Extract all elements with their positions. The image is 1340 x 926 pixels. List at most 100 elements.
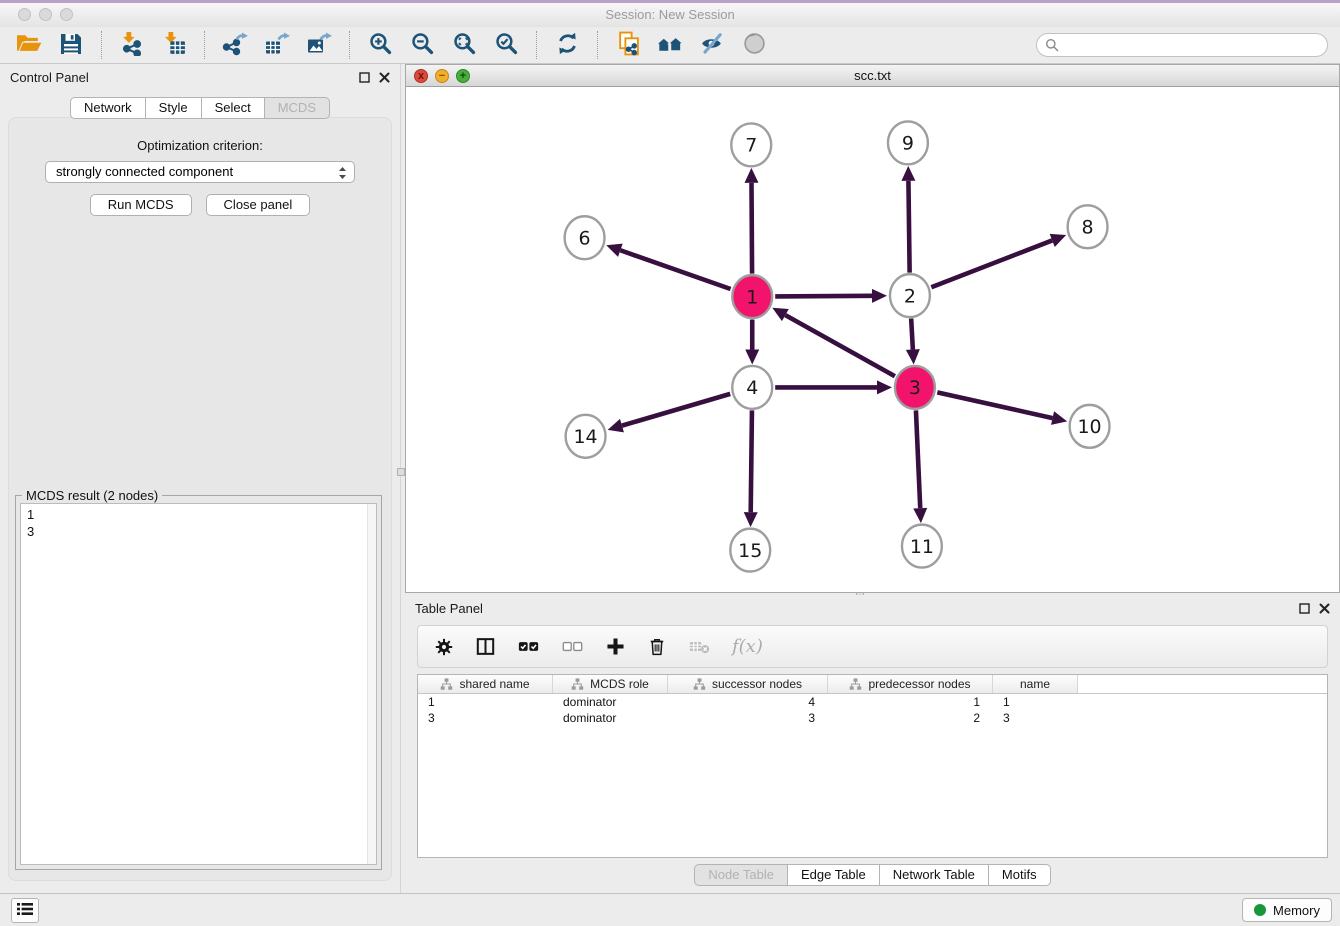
edge-4-14[interactable] [608, 394, 731, 432]
svg-text:1: 1 [746, 286, 758, 308]
edge-3-1[interactable] [772, 308, 895, 376]
toolbar-import-network-button[interactable] [113, 29, 151, 61]
run-mcds-button[interactable]: Run MCDS [90, 194, 192, 216]
table-toolbar-select-all-button[interactable] [517, 636, 540, 657]
search-input[interactable] [1036, 33, 1328, 57]
table-toolbar-column-layout-button[interactable] [475, 636, 496, 657]
column-header-mcds-role[interactable]: MCDS role [553, 675, 668, 693]
task-history-button[interactable] [11, 898, 39, 923]
table-toolbar-table-settings-button[interactable] [434, 637, 454, 657]
mcds-result-text[interactable]: 1 3 [20, 503, 377, 865]
edge-1-4[interactable] [745, 320, 759, 365]
table-tab-motifs[interactable]: Motifs [989, 864, 1051, 886]
node-2[interactable]: 2 [890, 274, 930, 317]
tab-mcds[interactable]: MCDS [265, 97, 330, 119]
edge-1-7[interactable] [745, 168, 759, 274]
toolbar-export-image-button[interactable] [300, 29, 338, 61]
table-toolbar-delete-entry-button[interactable] [647, 636, 667, 657]
toolbar-duplicate-network-button[interactable] [609, 29, 647, 61]
table-row[interactable]: 3dominator323 [418, 710, 1327, 726]
memory-button[interactable]: Memory [1242, 898, 1332, 922]
tab-style[interactable]: Style [146, 97, 202, 119]
tab-network[interactable]: Network [70, 97, 146, 119]
node-9[interactable]: 9 [888, 121, 928, 164]
table-row[interactable]: 1dominator411 [418, 694, 1327, 710]
toolbar-zoom-in-button[interactable] [361, 29, 399, 61]
table-cell-filler [1078, 694, 1327, 710]
arrowhead-icon [744, 512, 758, 527]
toolbar-refresh-layout-button[interactable] [548, 29, 586, 61]
node-15[interactable]: 15 [730, 529, 770, 572]
toolbar-home-pages-button[interactable] [651, 29, 689, 61]
node-8[interactable]: 8 [1068, 205, 1108, 248]
node-6[interactable]: 6 [565, 216, 605, 259]
criterion-select[interactable]: strongly connected component [45, 161, 355, 183]
result-scrollbar[interactable] [367, 504, 376, 864]
column-header-successor-nodes[interactable]: successor nodes [668, 675, 828, 693]
tab-select[interactable]: Select [202, 97, 265, 119]
table-cell[interactable]: 3 [993, 710, 1078, 726]
network-view-window: scc.txt 1234678910111415 [405, 64, 1340, 593]
close-network-button[interactable] [414, 69, 428, 83]
float-table-panel-icon[interactable] [1299, 603, 1310, 614]
close-panel-button[interactable]: Close panel [206, 194, 311, 216]
node-3[interactable]: 3 [895, 366, 935, 409]
node-14[interactable]: 14 [566, 415, 606, 458]
table-cell[interactable]: dominator [553, 710, 668, 726]
edge-3-11[interactable] [913, 410, 927, 523]
table-cell[interactable]: 1 [993, 694, 1078, 710]
table-cell[interactable]: 4 [668, 694, 828, 710]
column-header-shared-name[interactable]: shared name [418, 675, 553, 693]
column-header-predecessor-nodes[interactable]: predecessor nodes [828, 675, 993, 693]
table-cell[interactable]: 3 [418, 710, 553, 726]
close-table-panel-icon[interactable] [1319, 603, 1330, 614]
fullscreen-window-button[interactable] [60, 8, 73, 21]
edge-3-10[interactable] [937, 392, 1067, 424]
edge-2-9[interactable] [901, 166, 915, 273]
maximize-network-button[interactable] [456, 69, 470, 83]
node-11[interactable]: 11 [902, 525, 942, 568]
column-header-name[interactable]: name [993, 675, 1078, 693]
minimize-network-button[interactable] [435, 69, 449, 83]
toolbar-zoom-fit-button[interactable] [445, 29, 483, 61]
toolbar-zoom-out-button[interactable] [403, 29, 441, 61]
list-icon [17, 902, 33, 919]
column-label: name [1020, 677, 1050, 691]
table-tab-network-table[interactable]: Network Table [880, 864, 989, 886]
edge-2-8[interactable] [931, 234, 1066, 287]
edge-1-6[interactable] [606, 244, 730, 289]
toolbar-open-session-button[interactable] [10, 29, 48, 61]
node-4[interactable]: 4 [732, 366, 772, 409]
table-cell[interactable]: 1 [418, 694, 553, 710]
table-tab-node-table[interactable]: Node Table [694, 864, 788, 886]
node-10[interactable]: 10 [1070, 405, 1110, 448]
toolbar-zoom-selected-button[interactable] [487, 29, 525, 61]
network-canvas[interactable]: 1 2 3 4 6 7 8 9 10 11 14 15 [406, 87, 1339, 592]
toolbar-hide-graphics-details-button[interactable] [693, 29, 731, 61]
arrowhead-icon [872, 289, 887, 303]
table-toolbar-add-entry-button[interactable] [605, 636, 626, 657]
toolbar-import-table-button[interactable] [155, 29, 193, 61]
toolbar-save-session-button[interactable] [52, 29, 90, 61]
column-tree-icon [571, 678, 584, 691]
vertical-splitter-handle[interactable] [397, 468, 405, 476]
close-window-button[interactable] [18, 8, 31, 21]
node-7[interactable]: 7 [731, 123, 771, 166]
table-cell[interactable]: 1 [828, 694, 993, 710]
table-cell[interactable]: dominator [553, 694, 668, 710]
minimize-window-button[interactable] [39, 8, 52, 21]
table-toolbar-deselect-all-button[interactable] [561, 636, 584, 657]
edge-4-3[interactable] [775, 380, 892, 394]
table-tab-edge-table[interactable]: Edge Table [788, 864, 880, 886]
edge-1-2[interactable] [775, 289, 887, 303]
edge-2-3[interactable] [906, 319, 920, 365]
toolbar-export-network-button[interactable] [216, 29, 254, 61]
node-1[interactable]: 1 [732, 275, 772, 318]
toolbar-export-table-button[interactable] [258, 29, 296, 61]
close-panel-icon[interactable] [379, 72, 390, 83]
edge-4-15[interactable] [744, 410, 758, 527]
float-panel-icon[interactable] [359, 72, 370, 83]
table-cell[interactable]: 2 [828, 710, 993, 726]
add-entry-icon [605, 636, 626, 657]
table-cell[interactable]: 3 [668, 710, 828, 726]
